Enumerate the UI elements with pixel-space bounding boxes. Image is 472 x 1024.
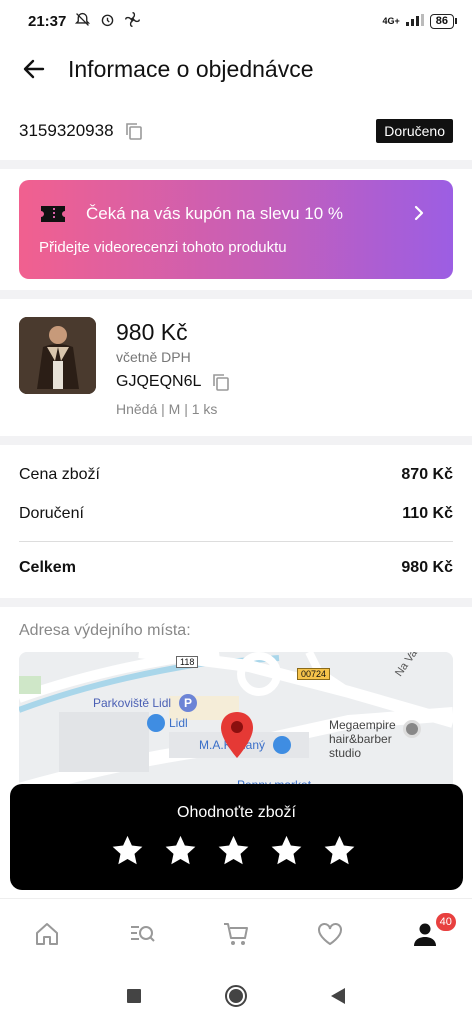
nav-search[interactable] [94, 899, 188, 969]
parking-icon: P [179, 694, 197, 712]
product-card[interactable]: 980 Kč včetně DPH GJQEQN6L Hnědá | M | 1… [19, 317, 453, 427]
copy-icon[interactable] [211, 372, 231, 392]
status-time: 21:37 [28, 12, 67, 30]
product-sku-row: GJQEQN6L [116, 372, 231, 392]
map-parking-label: Parkoviště Lidl [93, 696, 172, 710]
summary-row-goods: Cena zboží 870 Kč [19, 455, 453, 494]
coupon-subtitle: Přidejte videorecenzi tohoto produktu [39, 239, 287, 256]
rating-stars [110, 833, 357, 868]
ticket-icon [41, 206, 65, 222]
goods-label: Cena zboží [19, 465, 100, 483]
app-header: Informace o objednávce [0, 44, 472, 94]
nav-profile[interactable]: 40 [378, 899, 472, 969]
notification-badge: 40 [435, 912, 456, 931]
address-label: Adresa výdejního místa: [19, 622, 191, 639]
copy-icon[interactable] [124, 121, 144, 141]
rating-panel: Ohodnoťte zboží [10, 784, 463, 890]
home-icon [36, 922, 59, 945]
section-divider [0, 436, 472, 445]
product-thumbnail[interactable] [19, 317, 96, 394]
nav-home[interactable] [0, 899, 94, 969]
goods-value: 870 Kč [401, 465, 453, 483]
coupon-title: Čeká na vás kupón na slevu 10 % [86, 204, 344, 223]
vat-note: včetně DPH [116, 349, 191, 365]
page-title: Informace o objednávce [68, 55, 314, 82]
map-pin-icon [221, 712, 253, 758]
status-bar: 21:37 4G+ 86 [0, 0, 472, 42]
back-button[interactable] [0, 44, 68, 94]
delivery-label: Doručení [19, 504, 84, 522]
section-divider [0, 160, 472, 169]
cart-icon [224, 922, 249, 945]
status-badge: Doručeno [376, 119, 453, 143]
total-value: 980 Kč [401, 558, 453, 576]
star-icon[interactable] [269, 833, 304, 868]
summary-row-total: Celkem 980 Kč [19, 548, 453, 587]
star-icon[interactable] [216, 833, 251, 868]
search-list-icon [130, 925, 155, 942]
network-label: 4G+ [382, 16, 400, 26]
lock-icon [273, 736, 291, 754]
product-sku: GJQEQN6L [116, 373, 202, 390]
map-store-label: Lidl [169, 716, 188, 730]
chevron-right-icon [414, 205, 424, 221]
order-number: 3159320938 [19, 121, 114, 140]
rating-title: Ohodnoťte zboží [177, 804, 296, 821]
section-divider [0, 290, 472, 299]
fan-icon [124, 11, 141, 32]
system-nav-bar [0, 968, 472, 1024]
total-label: Celkem [19, 558, 76, 576]
recents-button[interactable] [126, 988, 142, 1004]
nav-cart[interactable] [189, 899, 283, 969]
star-icon[interactable] [322, 833, 357, 868]
alarm-icon [99, 11, 116, 32]
bottom-nav: 40 [0, 898, 472, 968]
place-icon [403, 720, 421, 738]
shopping-cart-icon [147, 714, 165, 732]
user-icon [413, 923, 436, 946]
price-summary: Cena zboží 870 Kč Doručení 110 Kč Celkem… [19, 455, 453, 587]
section-divider [0, 598, 472, 607]
mute-icon [74, 11, 91, 32]
map-road-118: 118 [176, 656, 199, 668]
product-price: 980 Kč [116, 319, 188, 345]
nav-favorites[interactable] [283, 899, 377, 969]
delivery-value: 110 Kč [402, 504, 453, 522]
summary-row-delivery: Doručení 110 Kč [19, 494, 453, 533]
pickup-map[interactable]: 118 00724 Na Vavřinci Parkoviště Lidl P … [19, 652, 453, 802]
signal-icon [405, 14, 424, 28]
coupon-banner[interactable]: Čeká na vás kupón na slevu 10 % Přidejte… [19, 180, 453, 279]
heart-icon [318, 922, 343, 945]
arrow-left-icon [23, 59, 45, 79]
order-row: 3159320938 Doručeno [19, 112, 453, 150]
product-variant: Hnědá | M | 1 ks [116, 401, 218, 417]
summary-divider [19, 541, 453, 542]
battery-indicator: 86 [429, 13, 458, 29]
home-button[interactable] [224, 984, 248, 1008]
star-icon[interactable] [110, 833, 145, 868]
map-road-00724: 00724 [297, 668, 331, 680]
back-system-button[interactable] [330, 987, 346, 1005]
star-icon[interactable] [163, 833, 198, 868]
